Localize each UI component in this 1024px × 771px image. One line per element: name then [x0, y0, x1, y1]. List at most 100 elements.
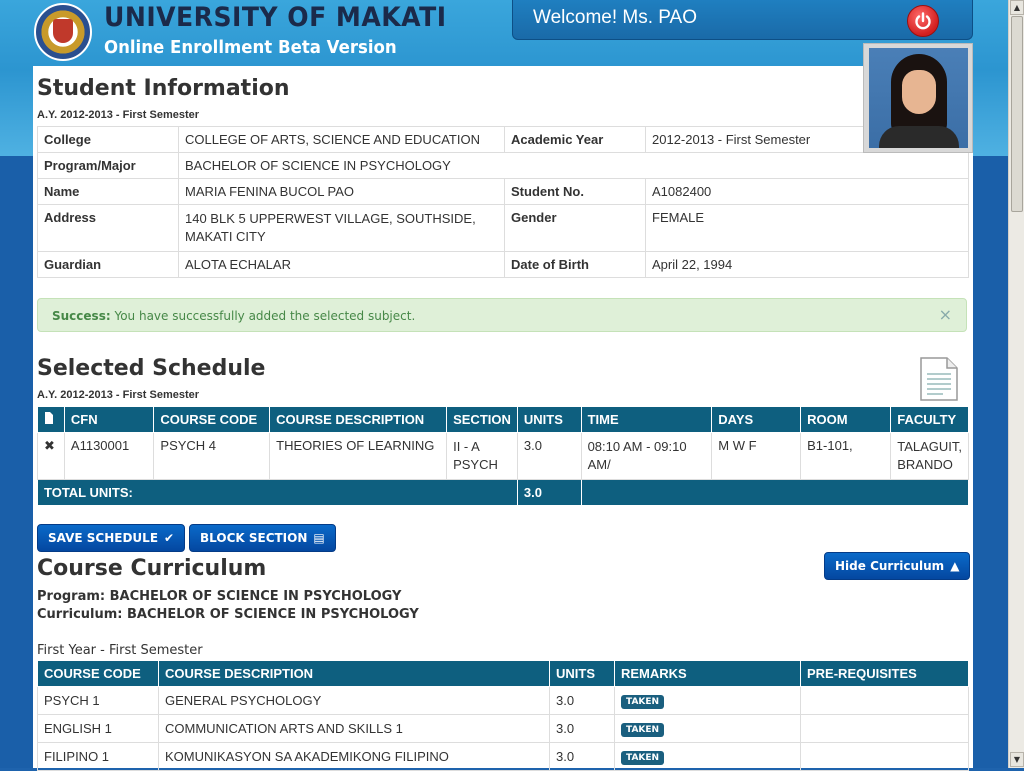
curr-prereq — [800, 686, 969, 715]
cell-description: THEORIES OF LEARNING — [269, 432, 448, 480]
table-row: ✖ A1130001 PSYCH 4 THEORIES OF LEARNING … — [37, 432, 969, 480]
guardian-value: ALOTA ECHALAR — [178, 251, 505, 278]
curr-col-prereq: PRE-REQUISITES — [800, 660, 969, 687]
vertical-scrollbar[interactable]: ▲ ▼ — [1008, 0, 1024, 768]
hide-curriculum-label: Hide Curriculum — [835, 559, 945, 573]
schedule-table: CFN COURSE CODE COURSE DESCRIPTION SECTI… — [37, 406, 970, 506]
total-row: TOTAL UNITS: 3.0 — [37, 479, 970, 506]
cell-section: II - A PSYCH — [446, 432, 518, 480]
student-photo — [869, 48, 968, 148]
hide-curriculum-button[interactable]: Hide Curriculum ▲ — [824, 552, 971, 580]
curr-code: FILIPINO 1 — [37, 742, 159, 771]
curr-units: 3.0 — [549, 742, 615, 771]
table-row: ENGLISH 1 COMMUNICATION ARTS AND SKILLS … — [37, 714, 969, 743]
welcome-text: Welcome! Ms. PAO — [533, 7, 697, 28]
cell-cfn: A1130001 — [63, 432, 155, 480]
col-section: SECTION — [446, 406, 518, 433]
curr-units: 3.0 — [549, 714, 615, 743]
curr-col-description: COURSE DESCRIPTION — [158, 660, 550, 687]
guardian-label: Guardian — [37, 251, 179, 278]
taken-badge: TAKEN — [621, 751, 665, 765]
cell-units: 3.0 — [516, 432, 582, 480]
gender-value: FEMALE — [645, 204, 969, 252]
address-value: 140 BLK 5 UPPERWEST VILLAGE, SOUTHSIDE, … — [178, 204, 505, 252]
academic-year-label: Academic Year — [504, 126, 646, 153]
taken-badge: TAKEN — [621, 695, 665, 709]
col-faculty: FACULTY — [890, 406, 969, 433]
table-row: FILIPINO 1 KOMUNIKASYON SA AKADEMIKONG F… — [37, 742, 969, 771]
curr-description: KOMUNIKASYON SA AKADEMIKONG FILIPINO — [158, 742, 550, 771]
logout-power-icon[interactable] — [907, 5, 939, 37]
college-value: COLLEGE OF ARTS, SCIENCE AND EDUCATION — [178, 126, 505, 153]
curr-description: COMMUNICATION ARTS AND SKILLS 1 — [158, 714, 550, 743]
chevron-up-icon: ▲ — [950, 559, 960, 573]
scroll-down-icon[interactable]: ▼ — [1010, 752, 1024, 767]
curr-code: ENGLISH 1 — [37, 714, 159, 743]
cell-room: B1-101, — [800, 432, 892, 480]
university-title: UNIVERSITY OF MAKATI — [104, 2, 447, 33]
curr-col-units: UNITS — [549, 660, 615, 687]
cell-time: 08:10 AM - 09:10 AM/ — [580, 432, 713, 480]
university-subtitle: Online Enrollment Beta Version — [104, 37, 397, 58]
dob-value: April 22, 1994 — [645, 251, 969, 278]
col-time: TIME — [580, 406, 713, 433]
document-icon[interactable] — [919, 356, 959, 402]
curr-remarks: TAKEN — [614, 686, 801, 715]
curr-prereq — [800, 714, 969, 743]
main-content: Student Information A.Y. 2012-2013 - Fir… — [33, 66, 973, 771]
dob-label: Date of Birth — [504, 251, 646, 278]
col-cfn: CFN — [63, 406, 155, 433]
curriculum-table: COURSE CODE COURSE DESCRIPTION UNITS REM… — [37, 660, 969, 771]
curr-remarks: TAKEN — [614, 742, 801, 771]
name-value: MARIA FENINA BUCOL PAO — [178, 178, 505, 205]
col-room: ROOM — [800, 406, 892, 433]
col-units: UNITS — [516, 406, 582, 433]
total-label: TOTAL UNITS: — [37, 479, 518, 506]
schedule-file-icon — [37, 406, 65, 433]
gender-label: Gender — [504, 204, 646, 252]
college-label: College — [37, 126, 179, 153]
save-schedule-button[interactable]: SAVE SCHEDULE ✔ — [37, 524, 186, 552]
curr-description: GENERAL PSYCHOLOGY — [158, 686, 550, 715]
cell-faculty: TALAGUIT, BRANDO — [890, 432, 969, 480]
curr-prereq — [800, 742, 969, 771]
table-row: PSYCH 1 GENERAL PSYCHOLOGY 3.0 TAKEN — [37, 686, 969, 715]
curr-code: PSYCH 1 — [37, 686, 159, 715]
schedule-ay: A.Y. 2012-2013 - First Semester — [37, 389, 200, 401]
university-logo — [34, 3, 92, 61]
cell-days: M W F — [711, 432, 802, 480]
save-schedule-label: SAVE SCHEDULE — [48, 531, 159, 545]
col-course-code: COURSE CODE — [153, 406, 271, 433]
student-info-table: College COLLEGE OF ARTS, SCIENCE AND EDU… — [37, 126, 969, 278]
cell-code: PSYCH 4 — [153, 432, 271, 480]
student-photo-frame — [863, 43, 973, 153]
scroll-up-icon[interactable]: ▲ — [1010, 0, 1024, 15]
alert-strong: Success: — [52, 309, 111, 323]
total-units: 3.0 — [516, 479, 582, 506]
check-circle-icon: ✔ — [164, 531, 175, 545]
remove-icon[interactable]: ✖ — [37, 432, 65, 480]
curr-col-remarks: REMARKS — [614, 660, 801, 687]
program-value: BACHELOR OF SCIENCE IN PSYCHOLOGY — [178, 152, 969, 179]
total-filler — [580, 479, 970, 506]
curriculum-title: Course Curriculum — [37, 556, 267, 581]
student-no-value: A1082400 — [645, 178, 969, 205]
student-no-label: Student No. — [504, 178, 646, 205]
student-info-title: Student Information — [37, 76, 290, 101]
welcome-bar: Welcome! Ms. PAO — [512, 0, 973, 40]
schedule-title: Selected Schedule — [37, 356, 266, 381]
block-section-label: BLOCK SECTION — [200, 531, 308, 545]
year-heading: First Year - First Semester — [37, 643, 203, 658]
taken-badge: TAKEN — [621, 723, 665, 737]
block-section-button[interactable]: BLOCK SECTION ▤ — [189, 524, 336, 552]
program-label: Program/Major — [37, 152, 179, 179]
col-days: DAYS — [711, 406, 802, 433]
scroll-thumb[interactable] — [1011, 16, 1023, 212]
alert-message: You have successfully added the selected… — [114, 309, 416, 323]
curr-col-code: COURSE CODE — [37, 660, 159, 687]
success-alert: Success: You have successfully added the… — [37, 298, 967, 332]
alert-close-icon[interactable]: × — [939, 305, 952, 324]
name-label: Name — [37, 178, 179, 205]
list-icon: ▤ — [313, 531, 325, 545]
curriculum-program: Program: BACHELOR OF SCIENCE IN PSYCHOLO… — [37, 589, 402, 604]
